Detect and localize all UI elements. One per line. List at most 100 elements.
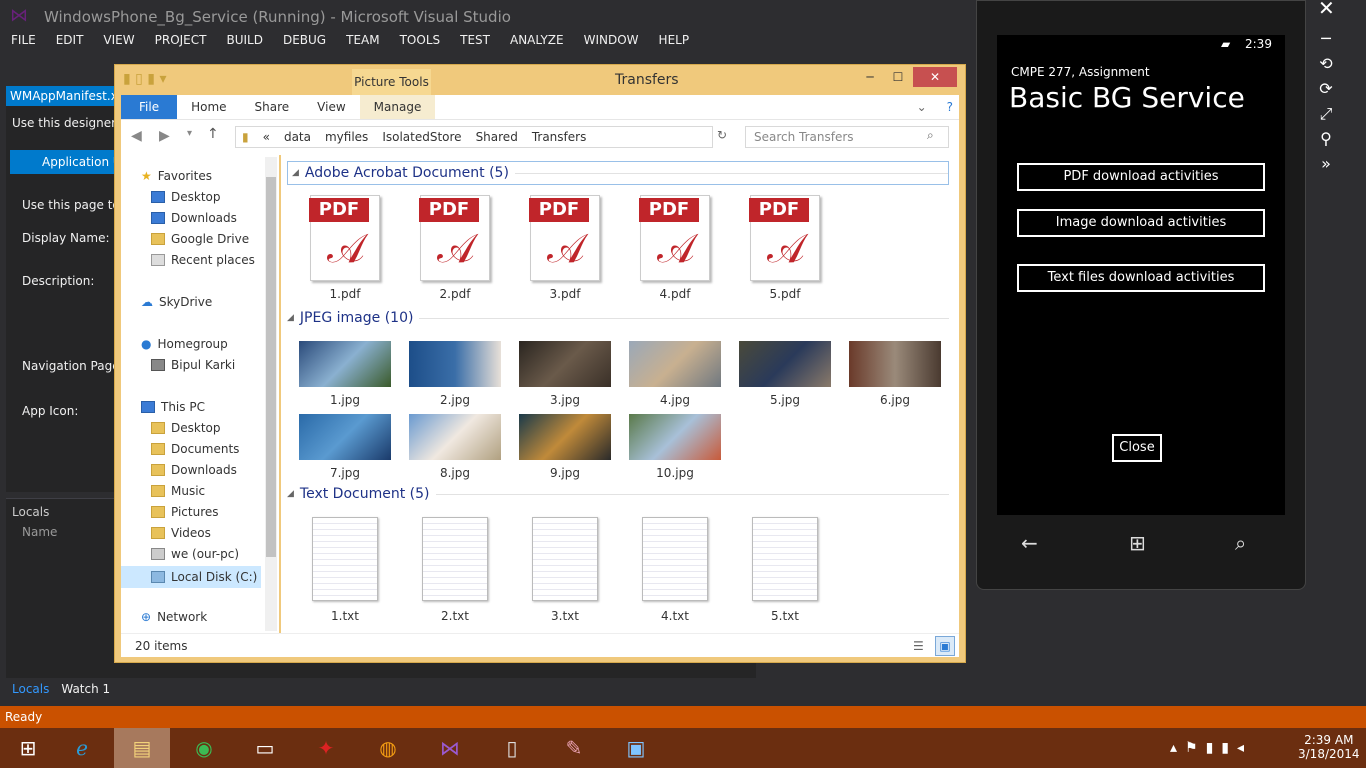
scroll-thumb[interactable] — [266, 177, 276, 557]
phone-emulator-icon[interactable]: ▯ — [484, 728, 540, 768]
menu-debug[interactable]: DEBUG — [272, 32, 335, 52]
close-icon[interactable]: ✕ — [913, 67, 957, 87]
maximize-icon[interactable]: ☐ — [885, 67, 911, 87]
fit-to-screen-icon[interactable]: ⤢ — [1316, 101, 1336, 126]
nav-favorites[interactable]: ★ Favorites — [141, 169, 212, 183]
nav-skydrive[interactable]: ☁ SkyDrive — [141, 295, 212, 309]
menu-file[interactable]: FILE — [0, 32, 45, 52]
menu-test[interactable]: TEST — [449, 32, 499, 52]
breadcrumb-transfers[interactable]: Transfers — [532, 130, 587, 144]
quick-access-toolbar[interactable]: ▮ ▯ ▮ ▾ — [123, 71, 167, 87]
file-item-pdf[interactable]: PDF 𝒜 5.pdf — [737, 195, 833, 301]
file-item-pdf[interactable]: PDF 𝒜 3.pdf — [517, 195, 613, 301]
menu-help[interactable]: HELP — [648, 32, 699, 52]
nav-documents[interactable]: Documents — [151, 442, 239, 456]
emulator-close-icon[interactable]: ✕ — [1318, 0, 1335, 20]
nav-music[interactable]: Music — [151, 484, 205, 498]
back-arrow-icon[interactable]: ← — [1021, 531, 1038, 555]
breadcrumb-data[interactable]: data — [284, 130, 311, 144]
file-explorer-icon[interactable]: ▤ — [114, 728, 170, 768]
help-icon[interactable]: ? — [941, 95, 959, 119]
menu-build[interactable]: BUILD — [215, 32, 271, 52]
address-bar[interactable]: ▮ « data myfiles IsolatedStore Shared Tr… — [235, 126, 713, 148]
rotate-right-icon[interactable]: ⟳ — [1316, 76, 1336, 101]
nav-homegroup[interactable]: ● Homegroup — [141, 337, 228, 351]
search-input[interactable]: Search Transfers — [745, 126, 949, 148]
close-button[interactable]: Close — [1112, 434, 1162, 462]
menu-view[interactable]: VIEW — [92, 32, 143, 52]
nav-network-drive[interactable]: we (our-pc) — [151, 547, 239, 561]
file-item-jpg[interactable]: 2.jpg — [407, 341, 503, 407]
minimize-icon[interactable]: ─ — [1316, 26, 1336, 51]
nav-recent-places[interactable]: Recent places — [151, 253, 255, 267]
nav-downloads[interactable]: Downloads — [151, 211, 237, 225]
file-item-txt[interactable]: 3.txt — [517, 517, 613, 623]
minimize-icon[interactable]: ─ — [857, 67, 883, 87]
visual-studio-taskbar-icon[interactable]: ⋈ — [422, 728, 478, 768]
nav-google-drive[interactable]: Google Drive — [151, 232, 249, 246]
paint-icon[interactable]: ✎ — [546, 728, 602, 768]
breadcrumb-myfiles[interactable]: myfiles — [325, 130, 368, 144]
start-windows-icon[interactable]: ⊞ — [0, 728, 56, 768]
menu-project[interactable]: PROJECT — [144, 32, 216, 52]
forward-icon[interactable]: ▶ — [159, 128, 170, 144]
file-item-txt[interactable]: 2.txt — [407, 517, 503, 623]
breadcrumb-shared[interactable]: Shared — [476, 130, 518, 144]
file-item-jpg[interactable]: 5.jpg — [737, 341, 833, 407]
nav-desktop[interactable]: Desktop — [151, 190, 221, 204]
nav-pc-desktop[interactable]: Desktop — [151, 421, 221, 435]
rotate-left-icon[interactable]: ⟲ — [1316, 51, 1336, 76]
refresh-icon[interactable]: ↻ — [717, 128, 727, 142]
photo-viewer-icon[interactable]: ▣ — [608, 728, 664, 768]
locals-column-name[interactable]: Name — [22, 525, 57, 539]
tab-application-ui[interactable]: Application UI — [10, 150, 118, 174]
file-item-jpg[interactable]: 10.jpg — [627, 414, 723, 480]
ribbon-tab-file[interactable]: File — [121, 95, 178, 119]
recent-locations-icon[interactable]: ▾ — [187, 128, 192, 139]
file-item-txt[interactable]: 1.txt — [297, 517, 393, 623]
image-download-button[interactable]: Image download activities — [1017, 209, 1265, 237]
windows-start-icon[interactable]: ⊞ — [1129, 531, 1146, 555]
ribbon-tab-view[interactable]: View — [303, 95, 359, 119]
group-header-pdf[interactable]: ◢ Adobe Acrobat Document (5) — [287, 161, 949, 185]
ribbon-tab-share[interactable]: Share — [241, 95, 304, 119]
breadcrumb-isolatedstore[interactable]: IsolatedStore — [382, 130, 461, 144]
file-item-txt[interactable]: 4.txt — [627, 517, 723, 623]
file-item-pdf[interactable]: PDF 𝒜 1.pdf — [297, 195, 393, 301]
taskbar-clock[interactable]: 2:39 AM 3/18/2014 — [1298, 733, 1360, 761]
nav-pictures[interactable]: Pictures — [151, 505, 219, 519]
nav-local-disk[interactable]: Local Disk (C:) — [121, 566, 261, 588]
file-item-txt[interactable]: 5.txt — [737, 517, 833, 623]
nav-this-pc[interactable]: This PC — [141, 400, 205, 414]
document-tab-manifest[interactable]: WMAppManifest.xml — [6, 86, 118, 106]
tab-watch[interactable]: Watch 1 — [55, 680, 116, 698]
file-item-jpg[interactable]: 4.jpg — [627, 341, 723, 407]
nav-videos[interactable]: Videos — [151, 526, 211, 540]
menu-tools[interactable]: TOOLS — [389, 32, 450, 52]
menu-edit[interactable]: EDIT — [45, 32, 93, 52]
large-icons-view-icon[interactable]: ▣ — [935, 636, 955, 656]
menu-window[interactable]: WINDOW — [573, 32, 648, 52]
file-item-jpg[interactable]: 6.jpg — [847, 341, 943, 407]
pdf-download-button[interactable]: PDF download activities — [1017, 163, 1265, 191]
tray-icons[interactable]: ▴⚑▮▮◂ — [1170, 740, 1252, 756]
ribbon-tab-manage[interactable]: Manage — [359, 95, 436, 119]
firefox-icon[interactable]: ◍ — [360, 728, 416, 768]
ribbon-expand-icon[interactable]: ⌄ — [903, 95, 941, 119]
nav-pc-downloads[interactable]: Downloads — [151, 463, 237, 477]
file-item-jpg[interactable]: 7.jpg — [297, 414, 393, 480]
group-header-text[interactable]: ◢ Text Document (5) — [287, 486, 949, 502]
breadcrumb-overflow[interactable]: « — [263, 130, 270, 144]
internet-explorer-icon[interactable]: ℯ — [54, 728, 110, 768]
back-icon[interactable]: ◀ — [131, 128, 142, 144]
nav-network[interactable]: ⊕ Network — [141, 610, 207, 624]
ribbon-tab-home[interactable]: Home — [177, 95, 240, 119]
search-icon[interactable]: ⌕ — [1235, 531, 1246, 555]
zoom-icon[interactable]: ⚲ — [1316, 126, 1336, 151]
details-view-icon[interactable]: ☰ — [913, 634, 924, 658]
file-item-pdf[interactable]: PDF 𝒜 2.pdf — [407, 195, 503, 301]
chrome-icon[interactable]: ◉ — [176, 728, 232, 768]
group-header-jpeg[interactable]: ◢ JPEG image (10) — [287, 310, 949, 326]
explorer-title-bar[interactable] — [115, 65, 965, 95]
text-download-button[interactable]: Text files download activities — [1017, 264, 1265, 292]
